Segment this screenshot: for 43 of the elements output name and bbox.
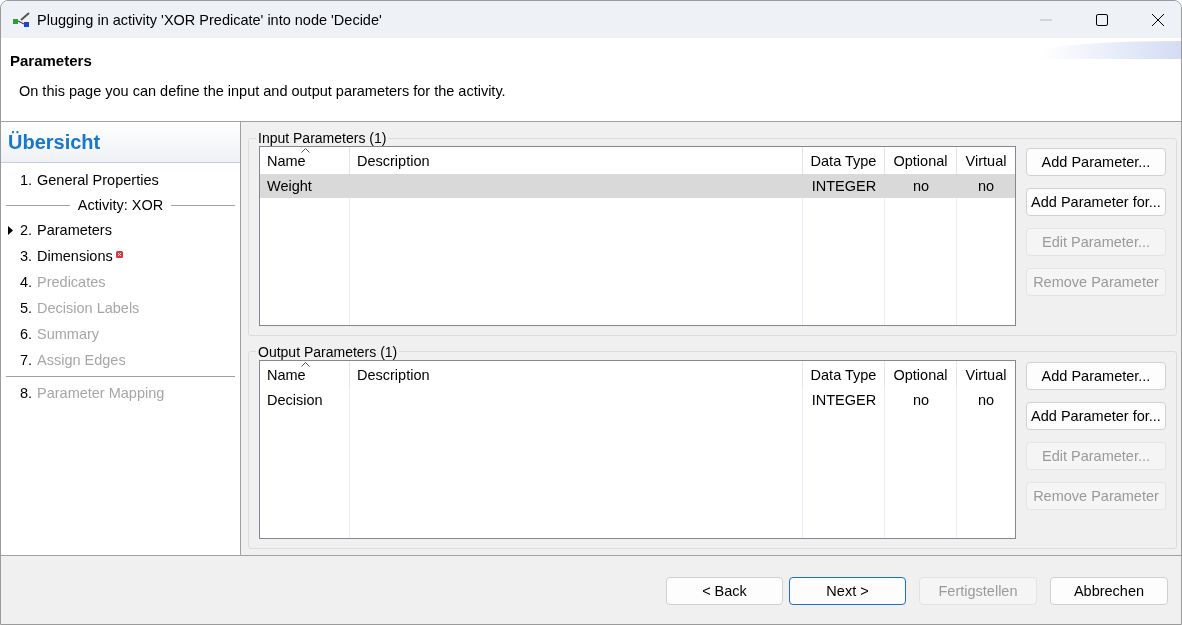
table-cell: no — [977, 391, 995, 408]
step-item[interactable]: 2. Parameters — [1, 217, 240, 243]
page-title: Parameters — [10, 52, 93, 69]
table-cell: no — [912, 391, 930, 408]
column-header[interactable]: Optional — [885, 360, 957, 388]
parameter-button[interactable]: Add Parameter... — [1026, 148, 1166, 176]
step-item[interactable]: 3. Dimensions — [1, 243, 240, 269]
step-label: Parameters — [37, 222, 112, 238]
wizard-button[interactable]: < Back — [666, 577, 783, 605]
window-title: Plugging in activity 'XOR Predicate' into node 'Decide' — [37, 11, 382, 28]
table-cell: no — [977, 178, 995, 194]
table-cell: no — [912, 178, 930, 194]
step-label: Decision Labels — [37, 300, 140, 316]
close-icon — [1152, 13, 1164, 26]
column-header[interactable]: Data Type — [803, 360, 885, 388]
column-header[interactable]: Description — [350, 360, 803, 388]
table-cell: Weight — [267, 178, 312, 194]
step-label: Dimensions — [37, 248, 113, 264]
wizard-button[interactable]: Abbrechen — [1050, 577, 1168, 605]
step-item[interactable]: 1. General Properties — [1, 167, 240, 193]
step-label: Parameter Mapping — [37, 385, 165, 401]
section-label: Activity: XOR — [77, 197, 164, 213]
table-cell: Decision — [267, 391, 323, 408]
step-label: General Properties — [37, 172, 159, 188]
column-header[interactable]: Name — [260, 360, 350, 388]
parameter-button[interactable]: Add Parameter for... — [1026, 188, 1166, 216]
table-row[interactable]: Weight INTEGER no no — [260, 174, 1015, 198]
group-title: Input Parameters (1) — [257, 130, 388, 146]
parameter-button[interactable]: Add Parameter... — [1026, 361, 1166, 390]
table-cell: INTEGER — [811, 178, 877, 194]
wizard-button[interactable]: Next > — [789, 577, 906, 605]
step-label: Assign Edges — [37, 352, 126, 368]
parameter-button[interactable]: Add Parameter for... — [1026, 401, 1166, 430]
maximize-icon — [1096, 13, 1108, 26]
page-description: On this page you can define the input and output parameters for the activity. — [19, 83, 507, 99]
plug-icon — [12, 11, 32, 28]
step-label: Summary — [37, 326, 100, 342]
column-header[interactable]: Virtual — [957, 147, 1015, 174]
step-label: Predicates — [37, 274, 106, 290]
group-title: Output Parameters (1) — [257, 343, 399, 360]
column-header[interactable]: Virtual — [957, 360, 1015, 388]
table-cell: INTEGER — [811, 391, 877, 408]
table-row[interactable]: Decision INTEGER no no — [260, 387, 1015, 412]
